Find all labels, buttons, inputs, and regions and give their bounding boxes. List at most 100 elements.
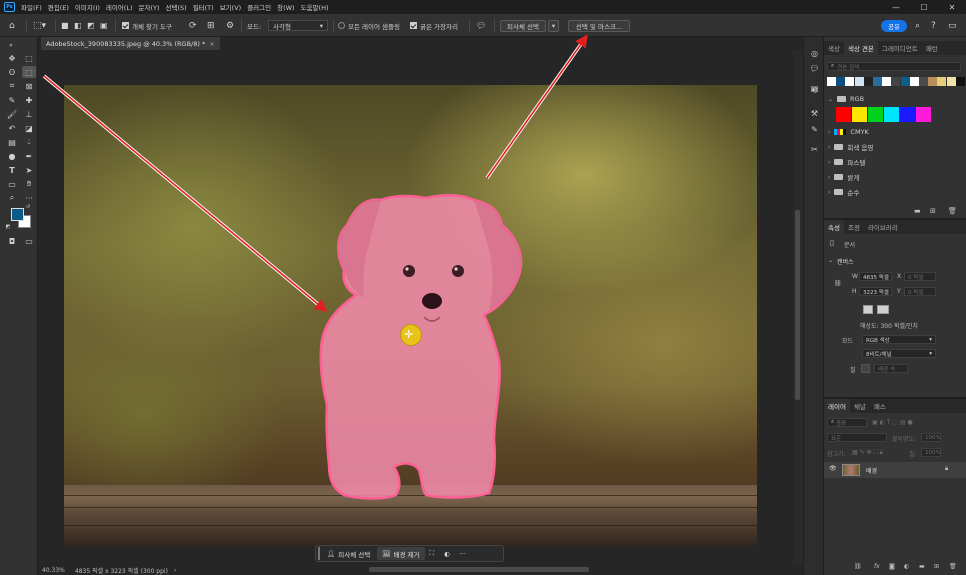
object-select-icon[interactable]: ⬚ xyxy=(22,66,36,78)
eyedropper-icon[interactable]: ✎ xyxy=(5,94,19,106)
close-icon[interactable]: × xyxy=(209,40,214,48)
trash-icon[interactable]: 🗑︎ xyxy=(949,563,957,570)
hard-edge-checkbox[interactable] xyxy=(410,22,417,29)
recent-swatch[interactable] xyxy=(955,77,965,86)
hard-edge-toggle[interactable]: 굵은 가장자리 xyxy=(410,19,458,32)
tab-layers[interactable]: 레이어 xyxy=(824,399,850,413)
brush-icon[interactable]: 🖌︎ xyxy=(5,108,19,120)
y-field[interactable]: 0 픽셀 xyxy=(904,287,936,296)
height-field[interactable]: 3223 픽셀 xyxy=(859,287,892,296)
layer-row[interactable]: 👁︎ 배경 🔒︎ xyxy=(824,462,966,478)
blur-icon[interactable]: 💧︎ xyxy=(22,136,36,148)
recent-swatch[interactable] xyxy=(891,77,901,86)
swatch-group-rgb[interactable]: ⌄ RGB xyxy=(828,93,864,105)
speech-bubble-icon[interactable]: 💬︎ xyxy=(476,19,486,32)
select-subject-ctx-button[interactable]: 👤︎ 피사체 선택 xyxy=(322,547,375,560)
rgb-swatch[interactable] xyxy=(916,107,931,122)
menu-image[interactable]: 이미지(I) xyxy=(75,2,100,12)
default-colors-icon[interactable]: ◩ xyxy=(4,224,12,230)
rgb-swatch[interactable] xyxy=(868,107,883,122)
add-mask-icon[interactable]: ◙ xyxy=(889,563,895,570)
object-select-tool-preset-icon[interactable]: ⬚▾ xyxy=(33,19,46,32)
healing-icon[interactable]: ✚ xyxy=(22,94,36,106)
swatch-group-pure[interactable]: › 순수 xyxy=(828,186,859,198)
blend-mode-select[interactable]: 표준 xyxy=(827,433,887,442)
gradient-icon[interactable]: ▤ xyxy=(5,136,19,148)
share-button[interactable]: 공유 xyxy=(881,19,907,32)
swap-colors-icon[interactable]: ↺ xyxy=(24,204,32,210)
type-icon[interactable]: T xyxy=(5,164,19,176)
remove-background-button[interactable]: 🖼︎ 배경 제거 xyxy=(377,547,425,560)
hand-icon[interactable]: ✋︎ xyxy=(22,178,36,190)
tab-color[interactable]: 색상 xyxy=(824,41,844,55)
tab-adjustments[interactable]: 조정 xyxy=(844,220,864,234)
history-icon[interactable]: ⟲ xyxy=(808,84,821,96)
tab-channels[interactable]: 채널 xyxy=(850,399,870,413)
x-field[interactable]: 0 픽셀 xyxy=(904,272,936,281)
width-field[interactable]: 4835 픽셀 xyxy=(859,272,892,281)
recent-swatch[interactable] xyxy=(827,77,836,86)
rgb-swatch[interactable] xyxy=(836,107,851,122)
move-icon[interactable]: ✥ xyxy=(5,52,19,64)
history-brush-icon[interactable]: ↶ xyxy=(5,122,19,134)
add-selection-icon[interactable]: ◧ xyxy=(74,19,82,32)
recent-swatch[interactable] xyxy=(919,77,928,86)
workspace-icon[interactable]: ▭ xyxy=(948,19,957,32)
new-group-icon[interactable]: ▬ xyxy=(914,207,921,215)
menu-type[interactable]: 문자(Y) xyxy=(139,2,160,12)
menu-select[interactable]: 선택(S) xyxy=(166,2,187,12)
fx-icon[interactable]: fx xyxy=(874,563,880,570)
horizontal-scroll-thumb[interactable] xyxy=(369,567,589,572)
object-finder-toggle[interactable]: 개체 찾기 도구 xyxy=(122,19,172,32)
home-icon[interactable]: ⌂ xyxy=(9,19,15,32)
chevron-down-icon[interactable]: ⌄ xyxy=(828,257,833,264)
select-and-mask-button[interactable]: 선택 및 마스크... xyxy=(568,19,630,32)
new-selection-icon[interactable]: ■ xyxy=(61,19,69,32)
link-icon[interactable]: ⛓ xyxy=(834,280,842,287)
vertical-scroll-thumb[interactable] xyxy=(795,210,800,400)
rgb-swatch[interactable] xyxy=(884,107,899,122)
swatch-search-input[interactable]: ⌕ 견본 검색 xyxy=(827,62,961,71)
recent-swatch[interactable] xyxy=(928,77,938,86)
help-icon[interactable]: ? xyxy=(931,19,936,32)
crop-icon[interactable]: ⌗ xyxy=(5,80,19,92)
fill-select[interactable]: 배경 색 xyxy=(874,364,908,373)
fill-opacity-field[interactable]: 100% xyxy=(921,448,941,457)
zoom-icon[interactable]: ⌕ xyxy=(5,192,19,204)
mode-select[interactable]: 사각형 ▾ xyxy=(268,19,328,32)
opacity-field[interactable]: 100% xyxy=(921,433,941,442)
recent-swatch[interactable] xyxy=(909,77,919,86)
search-icon[interactable]: ⌕ xyxy=(915,19,920,32)
select-subject-button[interactable]: 피사체 선택 xyxy=(500,19,546,32)
more-options-button[interactable]: ··· xyxy=(455,547,471,560)
toolbar-collapse-icon[interactable]: » xyxy=(4,39,18,51)
tab-swatches[interactable]: 색상 견본 xyxy=(843,41,878,55)
intersect-selection-icon[interactable]: ▣ xyxy=(100,19,108,32)
new-layer-icon[interactable]: ⊞ xyxy=(934,563,939,570)
sample-all-layers-toggle[interactable]: 모든 레이어 샘플링 xyxy=(338,19,400,32)
object-finder-checkbox[interactable] xyxy=(122,22,129,29)
recent-swatch[interactable] xyxy=(900,77,910,86)
rgb-swatch[interactable] xyxy=(900,107,915,122)
minimize-button[interactable]: — xyxy=(882,0,910,14)
recent-swatch[interactable] xyxy=(946,77,956,86)
close-button[interactable]: ✕ xyxy=(938,0,966,14)
foreground-color-chip[interactable] xyxy=(11,208,24,221)
lock-icons[interactable]: ▦ ✎ ✥ ⛶ 🔒︎ xyxy=(852,449,883,457)
color-panel-icon[interactable]: ◎ xyxy=(808,47,821,59)
refresh-icon[interactable]: ⟳ xyxy=(189,19,197,32)
menu-filter[interactable]: 필터(T) xyxy=(193,2,214,12)
tab-libraries[interactable]: 라이브러리 xyxy=(864,220,902,234)
recent-swatch[interactable] xyxy=(854,77,864,86)
rgb-swatch[interactable] xyxy=(852,107,867,122)
dodge-icon[interactable]: ● xyxy=(5,150,19,162)
show-all-objects-icon[interactable]: ⊞ xyxy=(207,19,215,32)
color-mode-select[interactable]: RGB 색상 ▾ xyxy=(862,335,936,344)
link-layers-icon[interactable]: ⛓ xyxy=(854,563,862,570)
swatch-group-grayscale[interactable]: › 회색 음영 xyxy=(828,141,873,153)
quick-mask-icon[interactable]: ◘ xyxy=(5,235,19,247)
landscape-icon[interactable] xyxy=(877,305,889,314)
eraser-icon[interactable]: ◪ xyxy=(22,122,36,134)
shape-icon[interactable]: ▭ xyxy=(5,178,19,190)
tab-properties[interactable]: 속성 xyxy=(824,220,844,234)
